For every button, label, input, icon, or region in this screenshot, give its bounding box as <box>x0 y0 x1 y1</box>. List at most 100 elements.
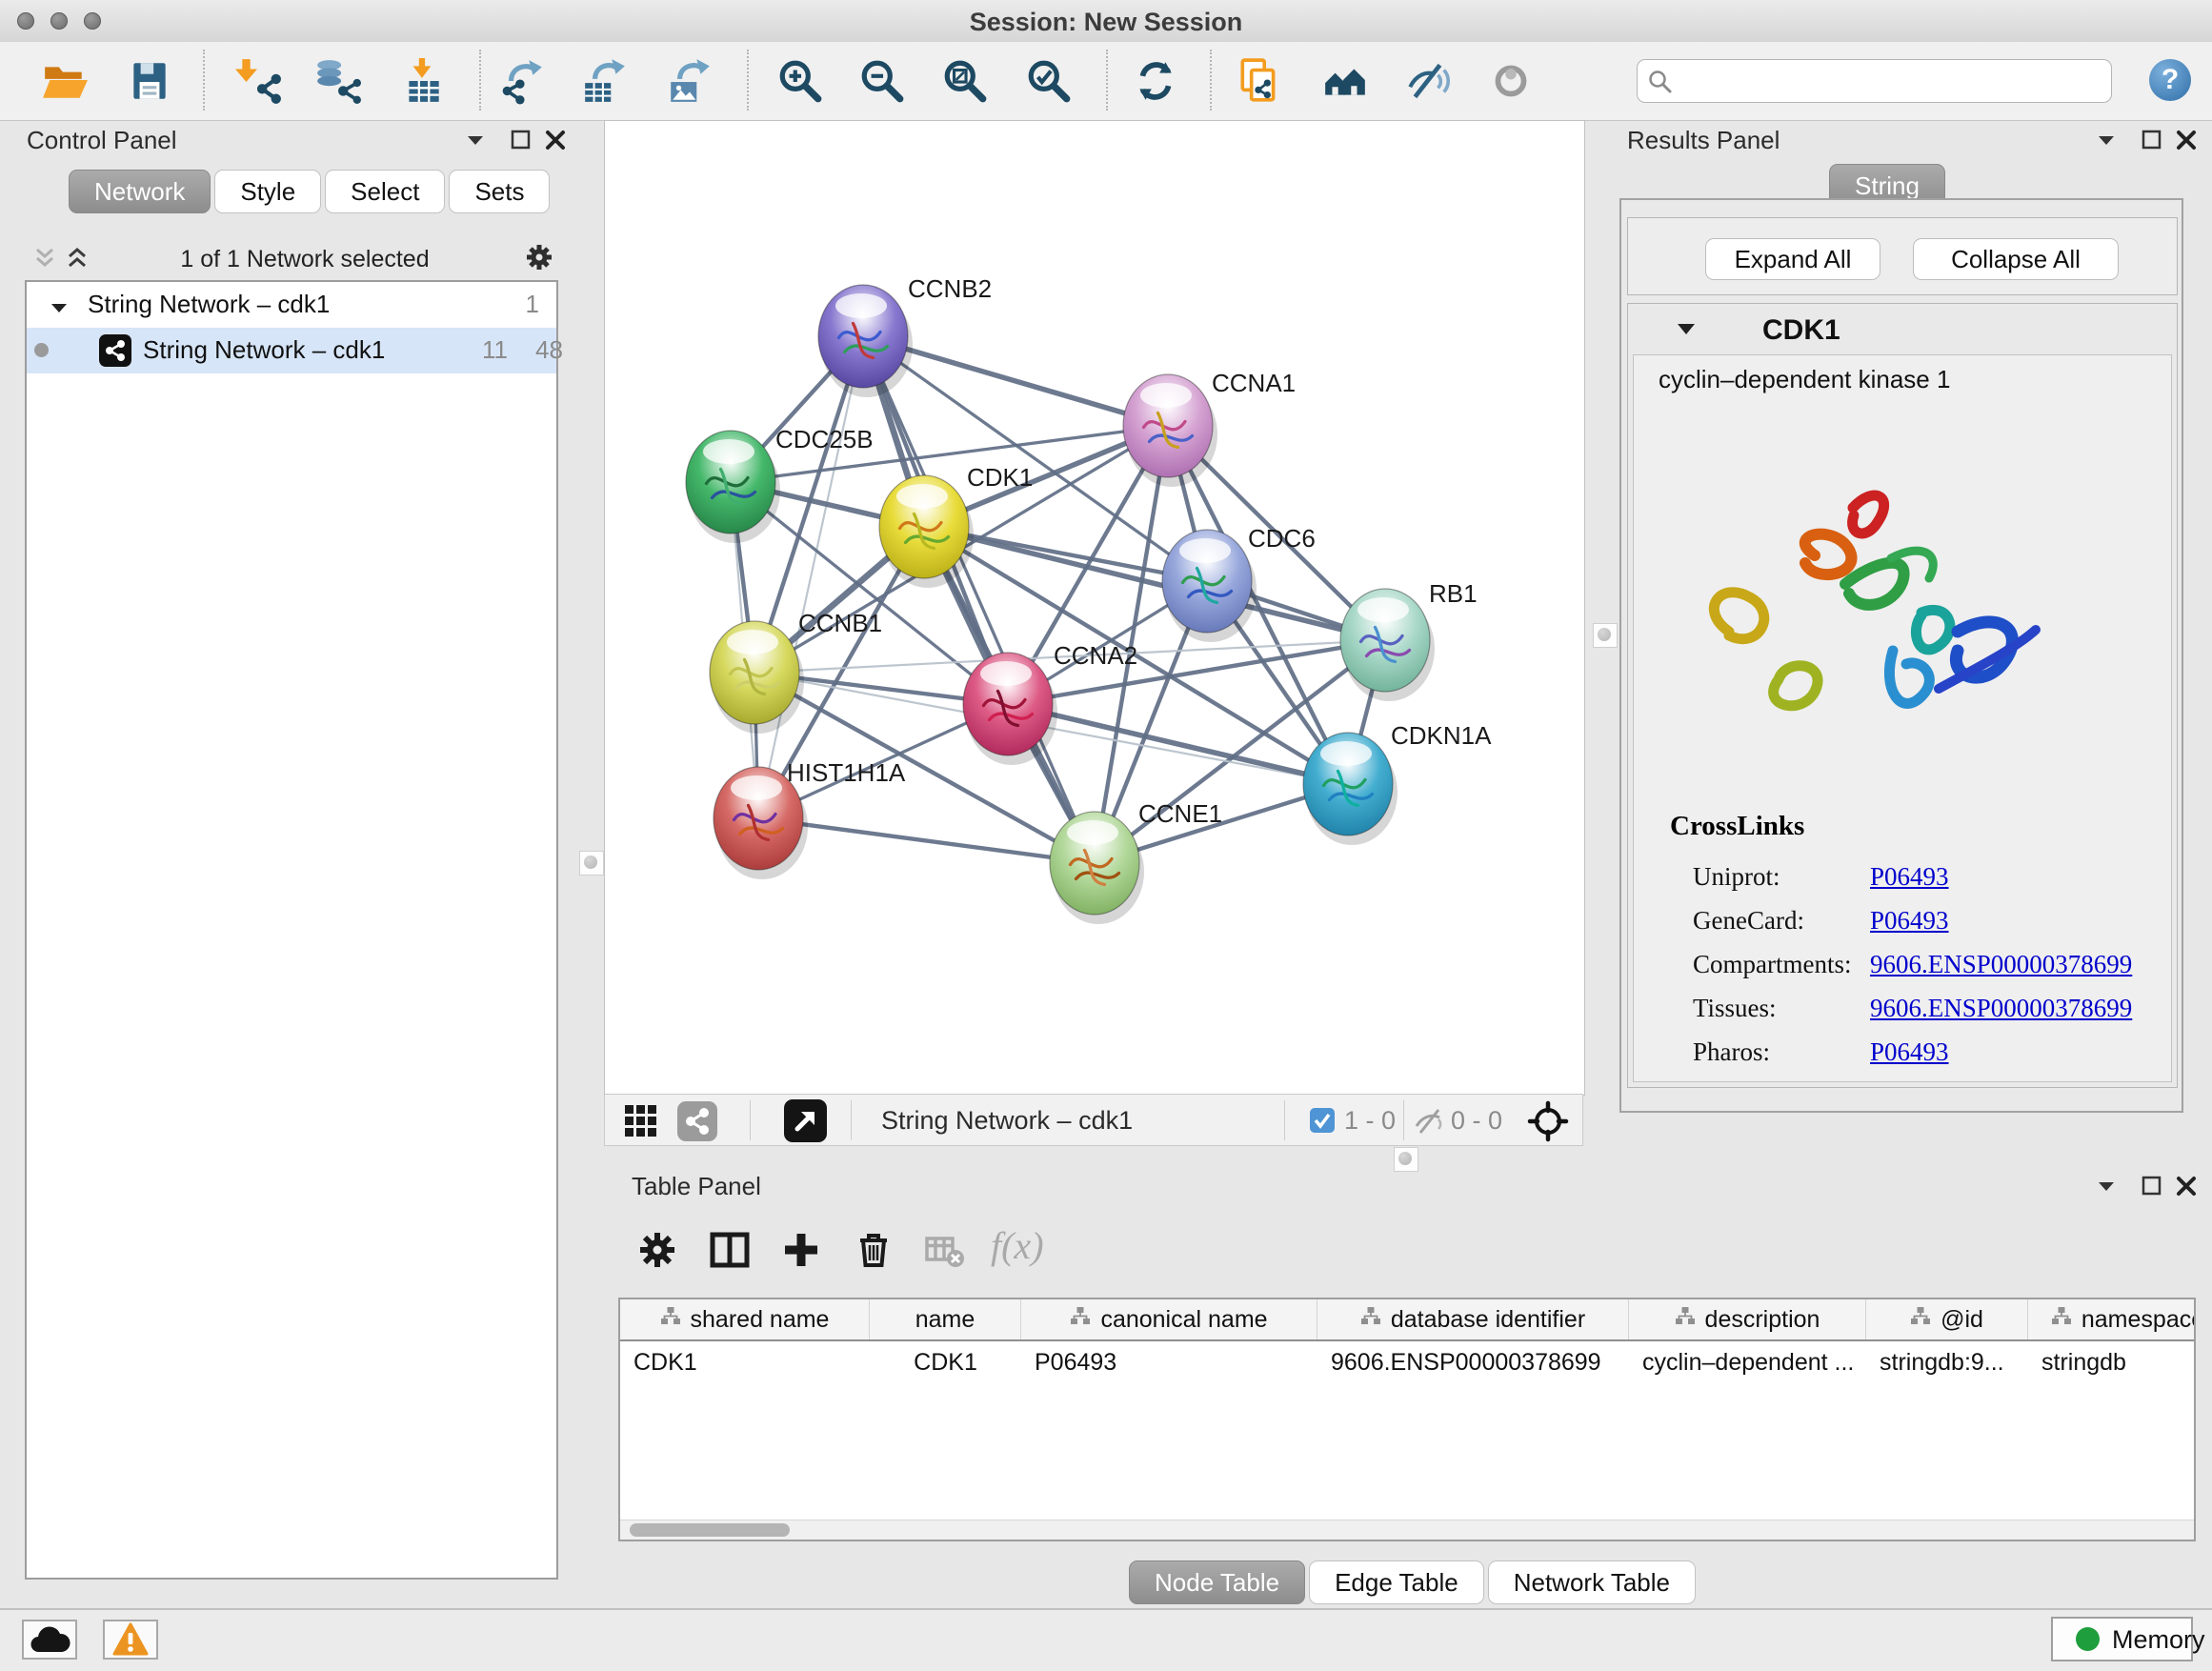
main-toolbar: ? <box>0 42 2212 121</box>
footer-separator <box>1284 1100 1285 1140</box>
table-panel-title: Table Panel <box>632 1172 761 1201</box>
network-node-HIST1H1A[interactable]: HIST1H1A <box>714 758 906 879</box>
control-panel-title: Control Panel <box>27 126 177 155</box>
open-session-icon[interactable] <box>41 57 89 105</box>
column-header-namespace[interactable]: namespace <box>2028 1299 2196 1339</box>
network-edge[interactable] <box>1008 704 1348 784</box>
results-panel-float-icon[interactable] <box>2140 128 2164 152</box>
search-field[interactable] <box>1637 59 2112 103</box>
network-row-selected[interactable]: String Network – cdk1 11 48 <box>27 328 556 373</box>
table-row[interactable]: CDK1CDK1P064939606.ENSP00000378699cyclin… <box>620 1341 2196 1383</box>
results-panel-menu-icon[interactable] <box>2094 128 2119 152</box>
help-button[interactable]: ? <box>2149 59 2191 101</box>
cloud-button[interactable] <box>22 1620 77 1660</box>
network-options-gear-icon[interactable] <box>524 242 554 272</box>
export-image-icon[interactable] <box>666 57 714 105</box>
import-network-file-icon[interactable] <box>234 57 282 105</box>
expand-all-button[interactable]: Expand All <box>1705 238 1880 280</box>
show-columns-icon[interactable] <box>709 1229 751 1271</box>
column-header-description[interactable]: description <box>1629 1299 1866 1339</box>
grid-view-icon[interactable] <box>624 1104 658 1138</box>
table-settings-gear-icon[interactable] <box>636 1229 678 1271</box>
tab-node-table[interactable]: Node Table <box>1129 1560 1305 1604</box>
column-header-shared-name[interactable]: shared name <box>620 1299 870 1339</box>
network-node-CDC6[interactable]: CDC6 <box>1162 524 1316 642</box>
network-node-CDK1[interactable]: CDK1 <box>879 463 1033 588</box>
control-panel-float-icon[interactable] <box>509 128 533 152</box>
zoom-fit-icon[interactable] <box>941 57 989 105</box>
network-node-RB1[interactable]: RB1 <box>1340 579 1478 701</box>
add-column-icon[interactable] <box>780 1229 822 1271</box>
open-in-window-icon[interactable] <box>784 1099 827 1142</box>
network-edge[interactable] <box>758 818 1095 863</box>
selected-checkbox[interactable] <box>1310 1108 1335 1133</box>
right-splitter-handle[interactable] <box>1593 623 1618 648</box>
tab-network-table[interactable]: Network Table <box>1488 1560 1696 1604</box>
network-node-CDKN1A[interactable]: CDKN1A <box>1303 721 1492 845</box>
table-horizontal-scrollbar[interactable] <box>620 1520 2194 1540</box>
search-input[interactable] <box>1683 64 2097 96</box>
column-header-database-identifier[interactable]: database identifier <box>1317 1299 1629 1339</box>
hide-selection-icon[interactable] <box>1404 57 1452 105</box>
collapse-all-icon[interactable] <box>32 246 57 271</box>
export-network-icon[interactable] <box>499 57 547 105</box>
crosslink-link[interactable]: P06493 <box>1870 862 1949 892</box>
birds-eye-crosshair-icon[interactable] <box>1527 1100 1569 1142</box>
zoom-in-icon[interactable] <box>776 57 824 105</box>
tab-network[interactable]: Network <box>69 170 211 213</box>
delete-column-trash-icon[interactable] <box>853 1229 895 1271</box>
crosslink-row: Uniprot:P06493 <box>1634 855 2173 898</box>
left-splitter-handle[interactable] <box>579 851 604 876</box>
control-panel-close-icon[interactable] <box>543 128 568 152</box>
results-panel-close-icon[interactable] <box>2174 128 2199 152</box>
tab-select[interactable]: Select <box>325 170 445 213</box>
refresh-icon[interactable] <box>1132 57 1179 105</box>
column-header-name[interactable]: name <box>870 1299 1021 1339</box>
network-node-CCNE1[interactable]: CCNE1 <box>1050 799 1222 924</box>
show-all-icon[interactable] <box>1487 57 1535 105</box>
table-panel-menu-icon[interactable] <box>2094 1174 2119 1198</box>
node-label: CDK1 <box>967 463 1033 492</box>
selected-count: 1 - 0 <box>1344 1106 1396 1136</box>
gene-detail-box: cyclin–dependent kinase 1 CrossLinks Uni… <box>1633 354 2172 1082</box>
export-table-icon[interactable] <box>581 57 629 105</box>
collection-collapse-icon[interactable] <box>50 295 69 314</box>
first-neighbors-icon[interactable] <box>1321 57 1369 105</box>
crosslink-link[interactable]: P06493 <box>1870 1037 1949 1067</box>
warning-button[interactable] <box>103 1620 158 1660</box>
column-header--id[interactable]: @id <box>1866 1299 2028 1339</box>
footer-separator <box>750 1100 751 1140</box>
network-node-CCNA2[interactable]: CCNA2 <box>963 641 1137 765</box>
zoom-selected-icon[interactable] <box>1025 57 1073 105</box>
bottom-splitter-handle[interactable] <box>1394 1147 1418 1172</box>
memory-button[interactable]: Memory <box>2051 1617 2193 1661</box>
network-canvas[interactable]: CCNB2CCNA1CDC25BCDK1CDC6RB1CCNB1CCNA2CDK… <box>604 120 1585 1096</box>
table-panel-float-icon[interactable] <box>2140 1174 2164 1198</box>
control-panel-menu-icon[interactable] <box>463 128 488 152</box>
crosslink-link[interactable]: 9606.ENSP00000378699 <box>1870 950 2132 979</box>
network-node-CCNB1[interactable]: CCNB1 <box>710 609 882 734</box>
gene-collapse-icon[interactable] <box>1675 318 1698 341</box>
window-title: Session: New Session <box>0 8 2212 37</box>
network-node-CCNB2[interactable]: CCNB2 <box>818 274 992 397</box>
string-view-icon[interactable] <box>677 1101 717 1141</box>
crosslink-link[interactable]: 9606.ENSP00000378699 <box>1870 994 2132 1023</box>
network-collection-row[interactable]: String Network – cdk1 1 <box>27 282 556 328</box>
collapse-all-button[interactable]: Collapse All <box>1913 238 2119 280</box>
expand-all-icon[interactable] <box>65 246 90 271</box>
tab-style[interactable]: Style <box>214 170 321 213</box>
column-label: database identifier <box>1391 1306 1585 1334</box>
crosslink-link[interactable]: P06493 <box>1870 906 1949 936</box>
table-panel-close-icon[interactable] <box>2174 1174 2199 1198</box>
hidden-eye-slash-icon[interactable] <box>1413 1105 1445 1137</box>
tab-edge-table[interactable]: Edge Table <box>1309 1560 1484 1604</box>
tab-sets[interactable]: Sets <box>449 170 550 213</box>
import-table-file-icon[interactable] <box>399 57 447 105</box>
import-network-database-icon[interactable] <box>314 57 362 105</box>
network-node-CDC25B[interactable]: CDC25B <box>686 425 874 543</box>
clone-network-icon[interactable] <box>1236 57 1283 105</box>
scrollbar-thumb[interactable] <box>630 1523 790 1537</box>
column-header-canonical-name[interactable]: canonical name <box>1021 1299 1317 1339</box>
save-session-icon[interactable] <box>126 57 173 105</box>
zoom-out-icon[interactable] <box>858 57 906 105</box>
